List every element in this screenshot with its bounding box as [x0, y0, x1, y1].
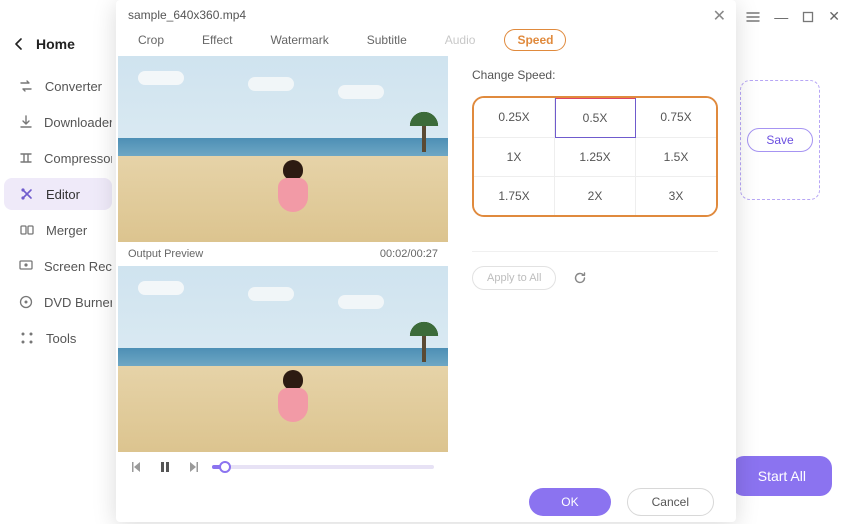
compressor-icon: [18, 149, 34, 167]
speed-option[interactable]: 1.75X: [474, 177, 555, 215]
output-preview: [118, 266, 448, 452]
sidebar-item-merger[interactable]: Merger: [4, 214, 112, 246]
next-frame-button[interactable]: [184, 458, 202, 476]
tools-icon: [18, 329, 36, 347]
minimize-button[interactable]: —: [774, 9, 788, 25]
sidebar-item-label: Screen Record: [44, 259, 112, 274]
sidebar-item-tools[interactable]: Tools: [4, 322, 112, 354]
sidebar: Home Converter Downloader Compressor Edi…: [0, 0, 116, 524]
speed-option[interactable]: 2X: [555, 177, 636, 215]
sidebar-item-screen-recorder[interactable]: Screen Record: [4, 250, 112, 282]
tab-effect[interactable]: Effect: [194, 30, 240, 50]
downloader-icon: [18, 113, 34, 131]
cancel-button[interactable]: Cancel: [627, 488, 714, 516]
change-speed-label: Change Speed:: [472, 68, 718, 82]
dvd-burner-icon: [18, 293, 34, 311]
sidebar-item-label: DVD Burner: [44, 295, 112, 310]
tab-audio: Audio: [437, 30, 484, 50]
sidebar-item-dvd-burner[interactable]: DVD Burner: [4, 286, 112, 318]
save-button[interactable]: Save: [747, 128, 812, 152]
sidebar-item-label: Compressor: [44, 151, 112, 166]
back-icon[interactable]: [14, 38, 24, 50]
close-window-button[interactable]: ✕: [828, 8, 840, 25]
playhead-slider[interactable]: [212, 465, 434, 469]
apply-to-all-button[interactable]: Apply to All: [472, 266, 556, 290]
tab-subtitle[interactable]: Subtitle: [359, 30, 415, 50]
speed-option[interactable]: 1.25X: [555, 138, 636, 177]
sidebar-item-label: Downloader: [44, 115, 112, 130]
screen-recorder-icon: [18, 257, 34, 275]
reset-icon[interactable]: [572, 270, 588, 286]
tab-watermark[interactable]: Watermark: [262, 30, 336, 50]
dialog-tabs: Crop Effect Watermark Subtitle Audio Spe…: [116, 26, 736, 58]
home-label: Home: [36, 36, 75, 52]
prev-frame-button[interactable]: [128, 458, 146, 476]
speed-option[interactable]: 0.25X: [474, 98, 555, 138]
source-preview: [118, 56, 448, 242]
maximize-button[interactable]: [802, 11, 814, 23]
tab-crop[interactable]: Crop: [130, 30, 172, 50]
sidebar-item-converter[interactable]: Converter: [4, 70, 112, 102]
sidebar-item-label: Converter: [45, 79, 102, 94]
preview-time: 00:02/00:27: [380, 248, 438, 260]
home-row[interactable]: Home: [0, 30, 116, 70]
editor-dialog: sample_640x360.mp4 ✕ Crop Effect Waterma…: [116, 0, 736, 522]
speed-option[interactable]: 1X: [474, 138, 555, 177]
tab-speed[interactable]: Speed: [505, 30, 565, 50]
sidebar-item-editor[interactable]: Editor: [4, 178, 112, 210]
speed-grid: 0.25X 0.5X 0.75X 1X 1.25X 1.5X 1.75X 2X …: [472, 96, 718, 217]
output-preview-label: Output Preview: [128, 248, 203, 260]
sidebar-item-label: Tools: [46, 331, 76, 346]
dialog-title: sample_640x360.mp4: [116, 0, 736, 26]
menu-icon[interactable]: [746, 10, 760, 24]
sidebar-item-compressor[interactable]: Compressor: [4, 142, 112, 174]
save-panel: Save: [740, 80, 820, 200]
start-all-button[interactable]: Start All: [732, 456, 832, 496]
converter-icon: [18, 77, 35, 95]
pause-button[interactable]: [156, 458, 174, 476]
speed-option[interactable]: 0.5X: [555, 97, 636, 138]
ok-button[interactable]: OK: [529, 488, 610, 516]
editor-icon: [18, 185, 36, 203]
dialog-close-button[interactable]: ✕: [713, 6, 726, 26]
sidebar-item-downloader[interactable]: Downloader: [4, 106, 112, 138]
sidebar-item-label: Editor: [46, 187, 80, 202]
speed-option[interactable]: 1.5X: [636, 138, 716, 177]
speed-option[interactable]: 3X: [636, 177, 716, 215]
speed-option[interactable]: 0.75X: [636, 98, 716, 138]
sidebar-item-label: Merger: [46, 223, 87, 238]
merger-icon: [18, 221, 36, 239]
